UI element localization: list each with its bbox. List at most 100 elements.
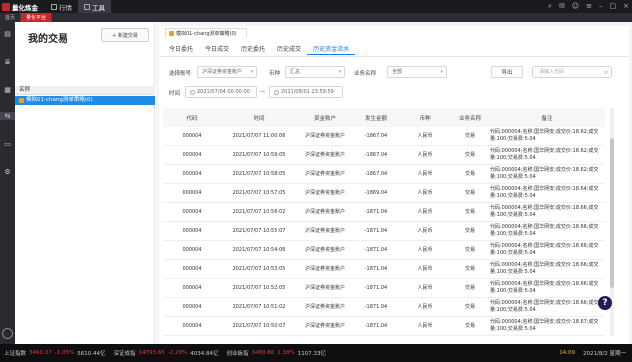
sz-amount: 4034.84亿: [190, 351, 219, 357]
date-to-input[interactable]: 2021/08/01 23:59:59: [269, 86, 343, 98]
table-row[interactable]: 000004 2021/07/07 10:57:05 沪深证券资金账户 -1869.0…: [163, 184, 605, 203]
search-icon[interactable]: ⌕: [605, 67, 608, 78]
clock-date: 2021/8/2 星期一: [583, 351, 626, 357]
account-select[interactable]: 沪深证券资金账户 ▾: [197, 66, 257, 78]
menu-icon[interactable]: ≡: [586, 2, 592, 11]
table-row[interactable]: 000004 2021/07/07 10:50:07 沪深证券资金账户 -1871.0…: [163, 317, 605, 336]
cell-account: 沪深证券资金账户: [304, 189, 345, 196]
clock-icon: [274, 89, 279, 95]
table-row[interactable]: 000004 2021/07/07 10:58:05 沪深证券资金账户 -1867.0…: [163, 165, 605, 184]
transfer-icon[interactable]: ⇆: [0, 112, 15, 120]
cell-account: 沪深证券资金账户: [304, 170, 345, 177]
cell-account: 沪深证券资金账户: [304, 284, 345, 291]
cell-remark: 代码:000004;名称:国华网安;成交价:18.62;成交量:100;交易费:…: [490, 167, 599, 180]
cell-account: 沪深证券资金账户: [304, 227, 345, 234]
cell-biz: 交易: [464, 151, 475, 158]
sub-tabs: 今日委托 今日成交 历史委托 历史成交 历史资金流水: [163, 44, 356, 55]
search-input[interactable]: 请输入代码 ⌕: [532, 66, 612, 78]
database-icon[interactable]: ≣: [3, 58, 12, 66]
currency-label: 币种: [269, 71, 281, 77]
tab-history-deals[interactable]: 历史成交: [271, 44, 307, 55]
chevron-down-icon: ▾: [250, 69, 253, 75]
table-body: 000004 2021/07/07 11:00:06 沪深证券资金账户 -1867.0…: [163, 127, 605, 336]
cell-currency: 人民币: [417, 303, 433, 310]
cell-account: 沪深证券资金账户: [304, 151, 345, 158]
cell-code: 000004: [182, 208, 202, 215]
cell-time: 2021/07/07 10:53:05: [232, 265, 286, 272]
cell-code: 000004: [182, 303, 202, 310]
cell-remark: 代码:000004;名称:国华网安;成交价:18.66;成交量:100;交易费:…: [490, 300, 599, 313]
card-icon[interactable]: ▭: [3, 140, 12, 148]
account-label: 选择账号: [169, 71, 192, 77]
table-row[interactable]: 000004 2021/07/07 10:55:07 沪深证券资金账户 -1871.0…: [163, 222, 605, 241]
new-trade-button[interactable]: + 新建交易: [101, 28, 149, 42]
table-row[interactable]: 000004 2021/07/07 10:54:06 沪深证券资金账户 -1871.0…: [163, 241, 605, 260]
cell-time: 2021/07/07 10:51:02: [232, 303, 286, 310]
user-icon[interactable]: ☺: [572, 2, 579, 11]
cell-code: 000004: [182, 132, 202, 139]
tab-home[interactable]: 首页: [0, 13, 22, 22]
export-button[interactable]: 导出: [491, 66, 523, 78]
maximize-icon[interactable]: □: [610, 2, 617, 11]
biz-label: 业务名称: [354, 71, 377, 77]
cell-amount: -1871.04: [364, 284, 388, 291]
table-row[interactable]: 000004 2021/07/07 10:56:02 沪深证券资金账户 -1871.0…: [163, 203, 605, 222]
cell-amount: -1871.04: [364, 303, 388, 310]
date-from-input[interactable]: 2021/07/04 00:00:00: [185, 86, 257, 98]
scrollbar-thumb[interactable]: [610, 138, 614, 288]
sz-label: 深证成指: [113, 351, 136, 357]
topnav-tools-label: 工具: [92, 3, 105, 12]
cell-currency: 人民币: [417, 284, 433, 291]
list-item[interactable]: 模拟01-chang测单策略(0): [15, 96, 155, 105]
currency-select[interactable]: 汇总 ▾: [285, 66, 345, 78]
sz-pct: -2.29%: [167, 350, 188, 356]
cashflow-table: 代码 时间 资金账户 发生金额 币种 业务名称 备注 000004 2021/07…: [163, 108, 605, 336]
list-icon[interactable]: ▦: [3, 86, 12, 94]
list-item-label: 模拟01-chang测单策略(0): [26, 97, 93, 103]
cell-code: 000004: [182, 284, 202, 291]
cell-time: 2021/07/07 10:55:07: [232, 227, 286, 234]
help-button[interactable]: ?: [598, 296, 612, 310]
cy-value: 3480.86: [251, 350, 275, 356]
clock-icon: [190, 89, 195, 95]
cell-currency: 人民币: [417, 170, 433, 177]
cell-biz: 交易: [464, 208, 475, 215]
tab-history-cashflow[interactable]: 历史资金流水: [307, 44, 356, 55]
search-icon[interactable]: ⌕: [548, 2, 552, 11]
document-icon[interactable]: ▤: [3, 30, 12, 38]
sh-value: 3460.37: [29, 350, 52, 356]
close-icon[interactable]: ×: [623, 2, 629, 11]
settings-icon[interactable]: ⚙: [3, 168, 12, 176]
index-sh[interactable]: 上证指数 3460.37 -1.05% 5610.44亿: [4, 349, 105, 357]
index-cy[interactable]: 创业板指 3480.86 1.18% 1107.33亿: [226, 349, 326, 357]
table-row[interactable]: 000004 2021/07/07 10:52:05 沪深证券资金账户 -1871.0…: [163, 279, 605, 298]
topnav-market[interactable]: 行情: [45, 0, 78, 13]
table-row[interactable]: 000004 2021/07/07 10:53:05 沪深证券资金账户 -1871.0…: [163, 260, 605, 279]
topnav-tools[interactable]: 工具: [78, 0, 111, 13]
tab-quant-platform[interactable]: 量化平台: [21, 13, 53, 22]
cell-amount: -1871.04: [364, 265, 388, 272]
table-row[interactable]: 000004 2021/07/07 10:59:05 沪深证券资金账户 -1867.0…: [163, 146, 605, 165]
tab-history-orders[interactable]: 历史委托: [235, 44, 271, 55]
cell-account: 沪深证券资金账户: [304, 208, 345, 215]
biz-select[interactable]: 全部 ▾: [387, 66, 447, 78]
main-area: 模拟01-chang测单策略(0) 今日委托 今日成交 历史委托 历史成交 历史…: [156, 22, 632, 344]
cell-currency: 人民币: [417, 227, 433, 234]
currency-value: 汇总: [290, 69, 301, 75]
message-icon[interactable]: ✉: [559, 2, 565, 11]
table-row[interactable]: 000004 2021/07/07 11:00:06 沪深证券资金账户 -1867.0…: [163, 127, 605, 146]
cell-remark: 代码:000004;名称:国华网安;成交价:18.66;成交量:100;交易费:…: [490, 281, 599, 294]
app-logo: 量化炼金: [2, 2, 38, 12]
tab-today-deals[interactable]: 今日成交: [199, 44, 235, 55]
strategy-tab[interactable]: 模拟01-chang测单策略(0): [165, 28, 247, 38]
cell-amount: -1867.04: [364, 151, 388, 158]
date-separator: —: [260, 89, 266, 95]
index-sz[interactable]: 深证成指 14793.65 -2.29% 4034.84亿: [113, 349, 218, 357]
compass-icon[interactable]: [2, 328, 13, 339]
table-row[interactable]: 000004 2021/07/07 10:51:02 沪深证券资金账户 -1871.0…: [163, 298, 605, 317]
strategy-tab-label: 模拟01-chang测单策略(0): [176, 31, 237, 37]
top-nav: 行情 工具: [45, 0, 111, 13]
tab-today-orders[interactable]: 今日委托: [163, 44, 199, 55]
minimize-icon[interactable]: –: [599, 2, 603, 11]
list-header: 名称: [15, 86, 155, 95]
